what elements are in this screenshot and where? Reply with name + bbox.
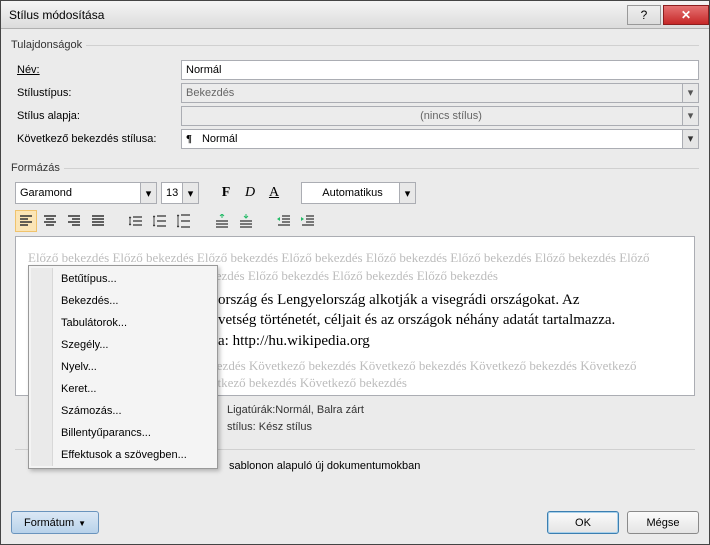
next-style-select[interactable]: ¶ Normál ▾ <box>181 129 699 149</box>
menu-item-numbering[interactable]: Számozás... <box>31 400 215 422</box>
type-label: Stílustípus: <box>11 87 181 99</box>
format-menu: Betűtípus... Bekezdés... Tabulátorok... … <box>28 265 218 469</box>
align-center-button[interactable] <box>39 210 61 232</box>
close-button[interactable]: ✕ <box>663 5 709 25</box>
properties-legend: Tulajdonságok <box>11 39 86 51</box>
ok-button[interactable]: OK <box>547 511 619 534</box>
bold-button[interactable]: F <box>215 182 237 204</box>
modify-style-dialog: Stílus módosítása ? ✕ Tulajdonságok Név:… <box>0 0 710 545</box>
underline-button[interactable]: A <box>263 182 285 204</box>
template-checkbox-label: sablonon alapuló új dokumentumokban <box>229 460 420 472</box>
color-combo[interactable]: Automatikus ▾ <box>301 182 416 204</box>
space-before-dec-button[interactable] <box>235 210 257 232</box>
menu-item-frame[interactable]: Keret... <box>31 378 215 400</box>
content: Tulajdonságok Név: Stílustípus: Bekezdés… <box>1 29 709 505</box>
line-spacing-1-button[interactable] <box>125 210 147 232</box>
menu-item-font[interactable]: Betűtípus... <box>31 268 215 290</box>
line-spacing-2-button[interactable] <box>173 210 195 232</box>
pilcrow-icon: ¶ <box>186 133 192 145</box>
titlebar: Stílus módosítása ? ✕ <box>1 1 709 29</box>
name-input[interactable] <box>181 60 699 80</box>
cancel-button[interactable]: Mégse <box>627 511 699 534</box>
next-style-label: Következő bekezdés stílusa: <box>11 133 181 145</box>
menu-item-tabs[interactable]: Tabulátorok... <box>31 312 215 334</box>
menu-item-language[interactable]: Nyelv... <box>31 356 215 378</box>
align-right-button[interactable] <box>63 210 85 232</box>
toolbar-row-1: Garamond ▾ 13 ▾ F D A Automatikus ▾ <box>11 180 699 208</box>
name-label: Név: <box>11 64 181 76</box>
menu-item-paragraph[interactable]: Bekezdés... <box>31 290 215 312</box>
chevron-down-icon[interactable]: ▾ <box>182 183 198 203</box>
formatting-legend: Formázás <box>11 162 64 174</box>
window-title: Stílus módosítása <box>9 8 625 22</box>
space-before-inc-button[interactable] <box>211 210 233 232</box>
chevron-down-icon[interactable]: ▾ <box>399 183 415 203</box>
type-select: Bekezdés ▾ <box>181 83 699 103</box>
format-button[interactable]: Formátum▼ <box>11 511 99 534</box>
footer: Formátum▼ OK Mégse <box>1 505 709 544</box>
chevron-down-icon: ▾ <box>682 84 698 102</box>
window-buttons: ? ✕ <box>625 5 709 25</box>
italic-button[interactable]: D <box>239 182 261 204</box>
align-justify-button[interactable] <box>87 210 109 232</box>
font-combo[interactable]: Garamond ▾ <box>15 182 157 204</box>
line-spacing-1-5-button[interactable] <box>149 210 171 232</box>
chevron-down-icon: ▾ <box>682 107 698 125</box>
menu-item-texteffects[interactable]: Effektusok a szövegben... <box>31 444 215 466</box>
properties-group: Tulajdonságok Név: Stílustípus: Bekezdés… <box>11 39 699 152</box>
size-combo[interactable]: 13 ▾ <box>161 182 199 204</box>
menu-item-border[interactable]: Szegély... <box>31 334 215 356</box>
chevron-down-icon[interactable]: ▾ <box>140 183 156 203</box>
based-on-select: (nincs stílus) ▾ <box>181 106 699 126</box>
help-button[interactable]: ? <box>627 5 661 25</box>
indent-increase-button[interactable] <box>297 210 319 232</box>
toolbar-row-2 <box>11 208 699 236</box>
based-on-label: Stílus alapja: <box>11 110 181 122</box>
chevron-down-icon[interactable]: ▾ <box>682 130 698 148</box>
indent-decrease-button[interactable] <box>273 210 295 232</box>
align-left-button[interactable] <box>15 210 37 232</box>
menu-item-shortcut[interactable]: Billentyűparancs... <box>31 422 215 444</box>
